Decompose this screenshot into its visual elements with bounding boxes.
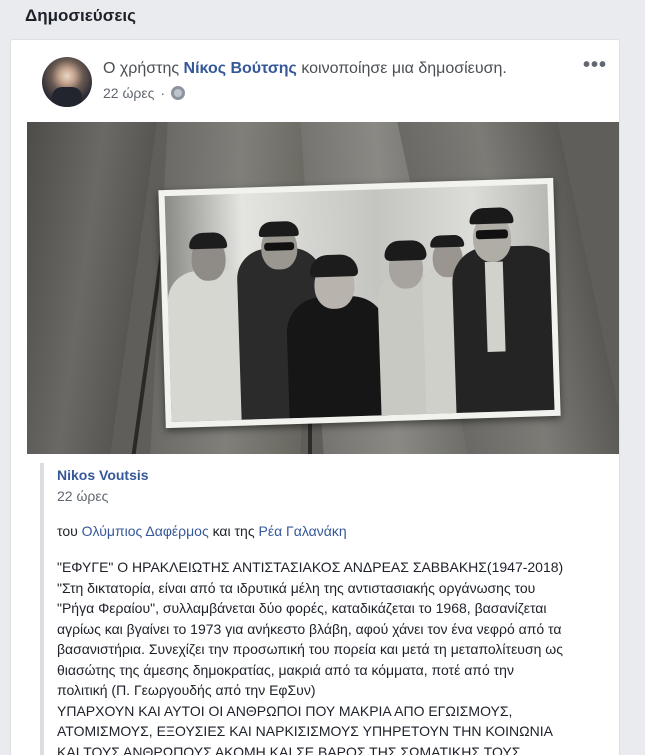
text-line: ΑΤΟΜΙΣΜΟΥΣ, ΕΞΟΥΣΙΕΣ ΚΑΙ ΝΑΡΚΙΣΙΣΜΟΥΣ ΥΠ… xyxy=(57,723,553,739)
tag-prefix: του xyxy=(57,523,78,539)
text-line: "ΕΦΥΓΕ" Ο ΗΡΑΚΛΕΙΩΤΗΣ ΑΝΤΙΣΤΑΣΙΑΚΟΣ ΑΝΔΡ… xyxy=(57,559,564,575)
avatar[interactable] xyxy=(42,57,92,107)
shared-post-text: "ΕΦΥΓΕ" Ο ΗΡΑΚΛΕΙΩΤΗΣ ΑΝΤΙΣΤΑΣΙΑΚΟΣ ΑΝΔΡ… xyxy=(57,557,613,755)
text-line: βασανιστήρια. Συνεχίζει την προσωπική το… xyxy=(57,641,563,657)
text-line: πολιτική (Π. Γεωργουδής από την ΕφΣυν) xyxy=(57,682,316,698)
text-line: θιασώτης της άμεσης δημοκρατίας, μακριά … xyxy=(57,661,514,678)
shared-post-time[interactable]: 22 ώρες xyxy=(57,488,108,504)
tagged-person-link[interactable]: Ολύμπιος Δαφέρμος xyxy=(82,523,209,539)
globe-icon[interactable] xyxy=(171,86,186,100)
header-prefix: Ο χρήστης xyxy=(103,60,180,77)
post-meta: 22 ώρες · xyxy=(103,85,186,101)
photo-print xyxy=(158,177,561,429)
post-photo[interactable] xyxy=(27,122,619,454)
text-line: ΚΑΙ ΤΟΥΣ ΑΝΘΡΩΠΟΥΣ ΑΚΟΜΗ ΚΑΙ ΣΕ ΒΑΡΟΣ ΤΗ… xyxy=(57,743,521,755)
post-header: Ο χρήστης Νίκος Βούτσης κοινοποίησε μια … xyxy=(103,60,507,78)
header-suffix: κοινοποίησε μια δημοσίευση. xyxy=(301,60,507,77)
section-title: Δημοσιεύσεις xyxy=(25,6,136,25)
text-line: "Ρήγα Φεραίου", συλλαμβάνεται δύο φορές,… xyxy=(57,600,547,616)
text-line: αγρίως και βγαίνει το 1973 για ανήκεστο … xyxy=(57,620,562,637)
shared-author-link[interactable]: Nikos Voutsis xyxy=(57,467,149,483)
text-line: ΥΠΑΡΧΟΥΝ ΚΑΙ ΑΥΤΟΙ ΟΙ ΑΝΘΡΩΠΟΙ ΠΟΥ ΜΑΚΡΙ… xyxy=(57,702,513,719)
tag-middle: και της xyxy=(212,523,255,539)
shared-post-quote-bar xyxy=(40,463,44,755)
more-options-icon[interactable]: ••• xyxy=(583,54,607,77)
tagged-people-line: του Ολύμπιος Δαφέρμος και της Ρέα Γαλανά… xyxy=(57,523,347,539)
text-line: "Στη δικτατορία, είναι από τα ιδρυτικά μ… xyxy=(57,579,536,596)
post-time[interactable]: 22 ώρες xyxy=(103,85,154,101)
post-card: Ο χρήστης Νίκος Βούτσης κοινοποίησε μια … xyxy=(10,39,620,755)
user-name-link[interactable]: Νίκος Βούτσης xyxy=(184,60,297,77)
tagged-person-link[interactable]: Ρέα Γαλανάκη xyxy=(258,523,346,539)
